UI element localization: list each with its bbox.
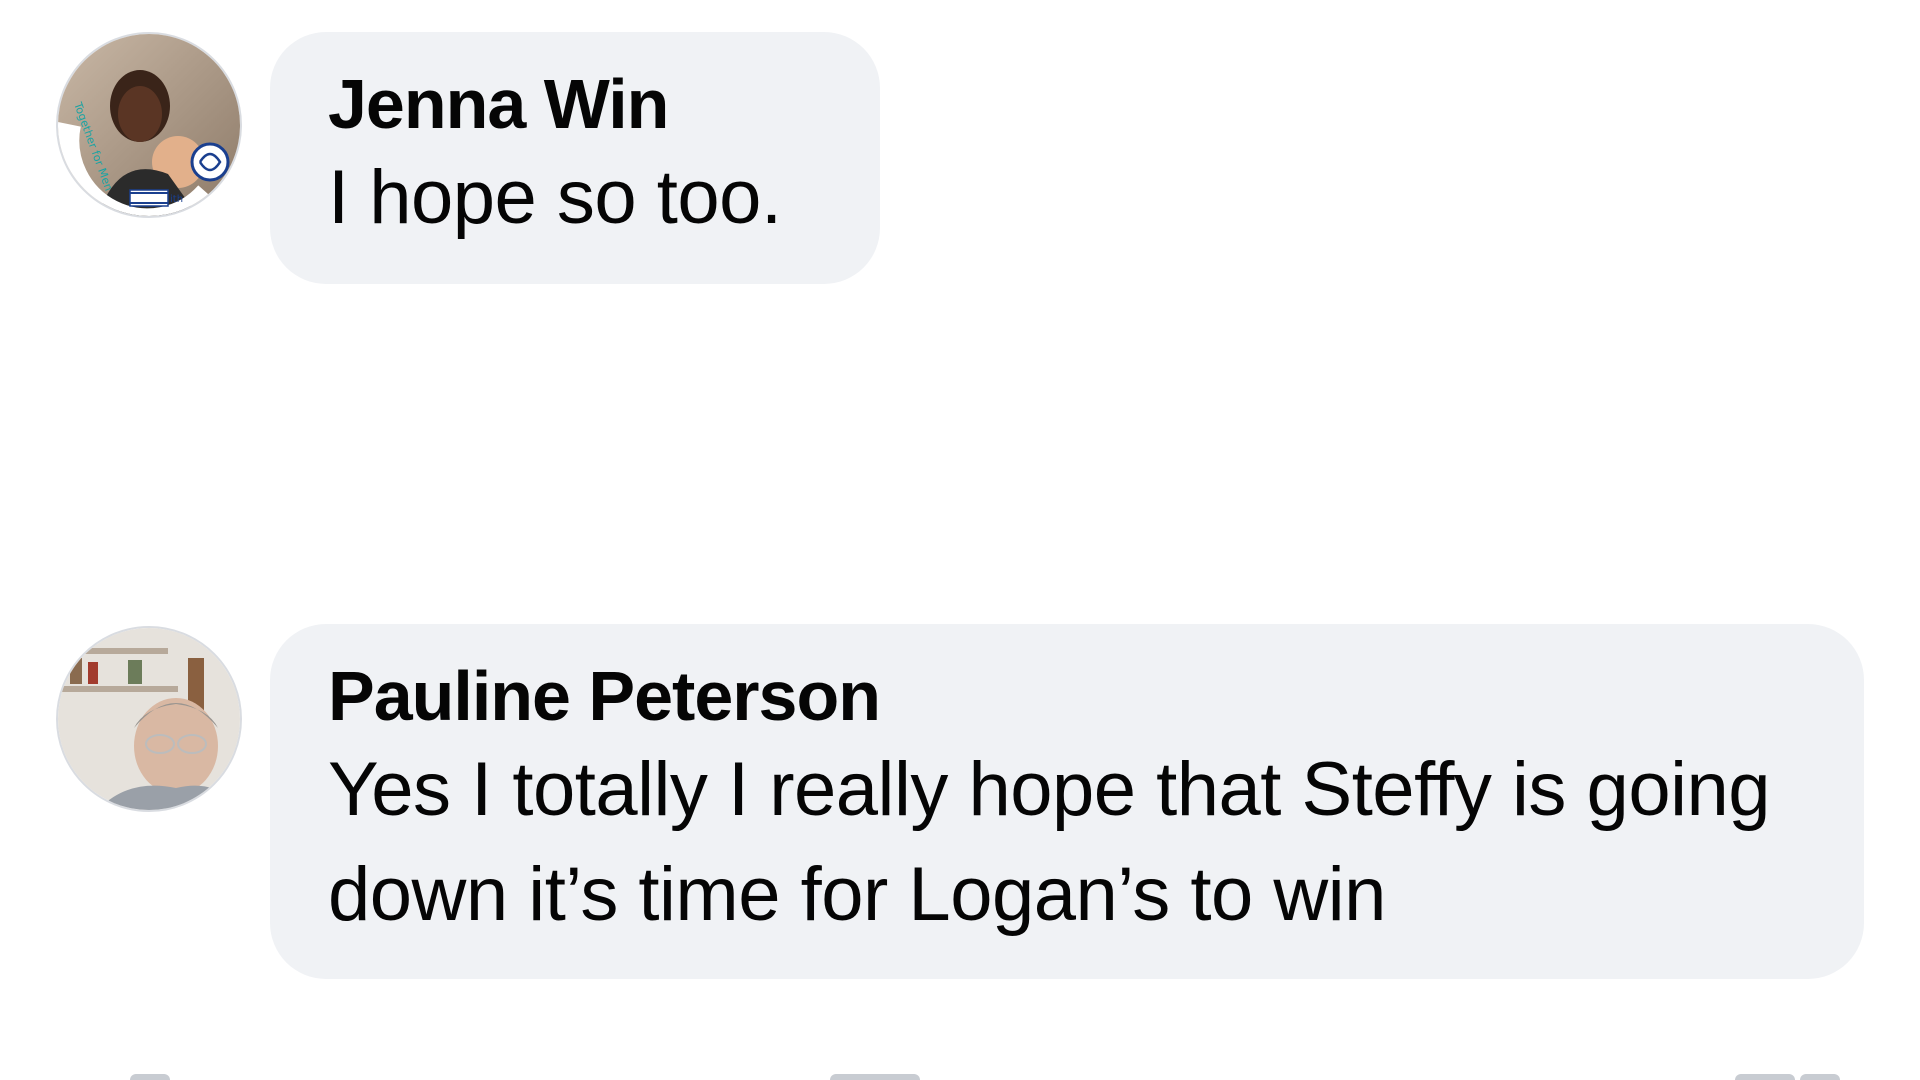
comments-feed: Together for Men ith Jenna Win I hope so… (0, 0, 1920, 1080)
profile-photo-icon (58, 628, 240, 810)
comment-text: Yes I totally I really hope that Steffy … (328, 747, 1771, 937)
comment-text: I hope so too. (328, 155, 782, 240)
avatar-frame-text-suffix: ith (170, 194, 183, 205)
comment-author[interactable]: Pauline Peterson (328, 654, 1806, 738)
profile-photo-with-frame-icon: Together for Men ith (58, 34, 240, 216)
avatar[interactable]: Together for Men ith (56, 32, 242, 218)
comment-author[interactable]: Jenna Win (328, 62, 822, 146)
comment-bubble[interactable]: Jenna Win I hope so too. (270, 32, 880, 284)
next-row-edge (0, 1068, 1920, 1080)
avatar[interactable] (56, 626, 242, 812)
comment-bubble[interactable]: Pauline Peterson Yes I totally I really … (270, 624, 1864, 979)
